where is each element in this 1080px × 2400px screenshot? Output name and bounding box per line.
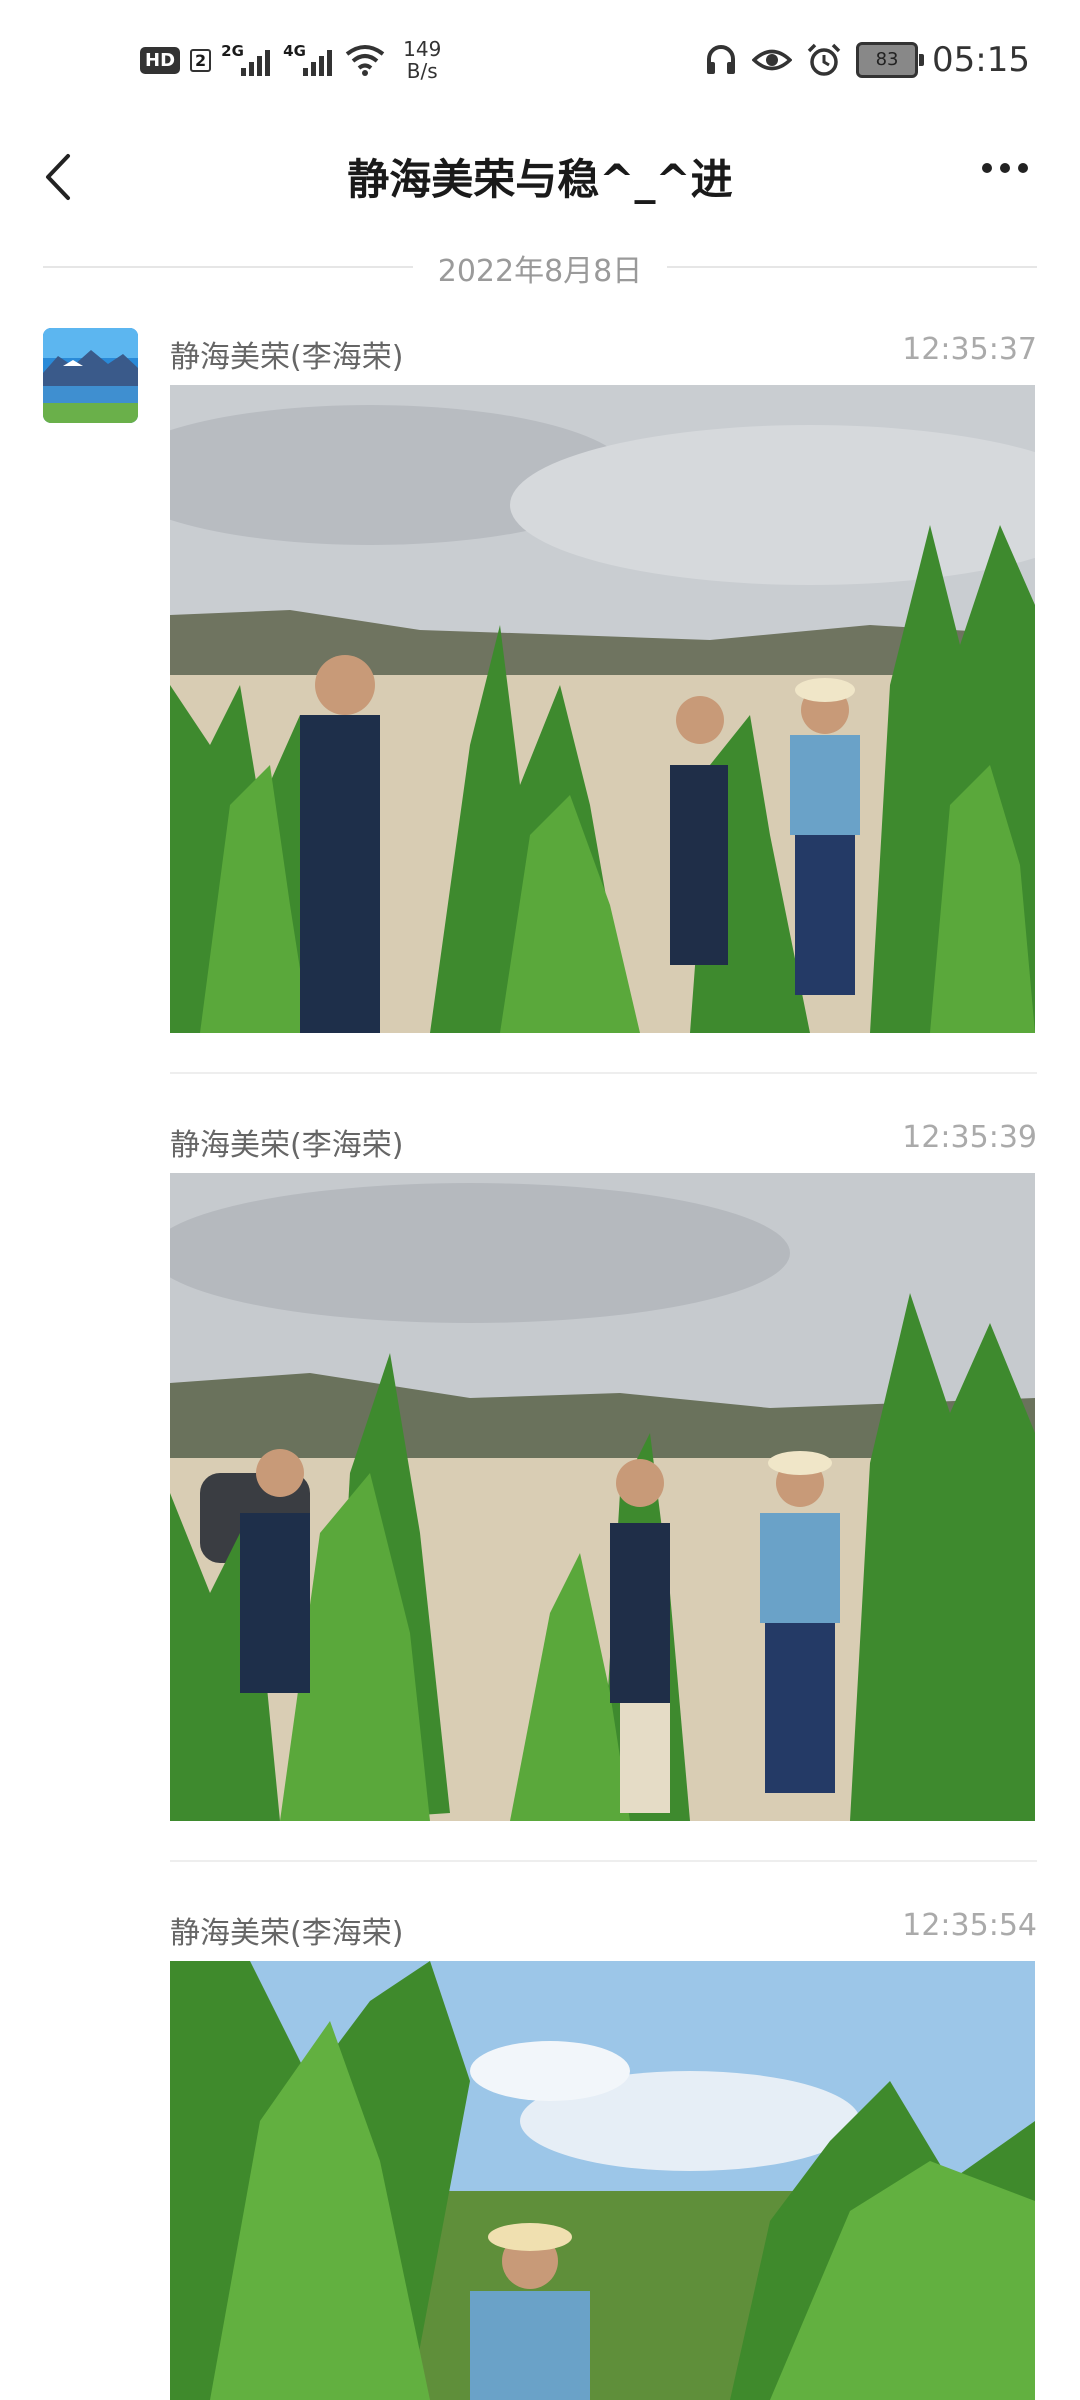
chat-title: 静海美荣与稳^_^进 <box>347 155 733 204</box>
network-2g-label: 2G <box>221 42 244 60</box>
message-sender: 静海美荣(李海荣) <box>170 340 404 375</box>
sender-avatar[interactable] <box>43 328 138 423</box>
message-separator <box>170 1072 1037 1074</box>
date-label: 2022年8月8日 <box>437 254 643 289</box>
signal-4g-icon: 4G <box>283 42 335 78</box>
more-options-icon[interactable] <box>982 163 1028 173</box>
status-time: 05:15 <box>932 40 1030 80</box>
message-time: 12:35:37 <box>902 332 1037 367</box>
message-separator <box>170 1860 1037 1862</box>
message-sender: 静海美荣(李海荣) <box>170 1916 404 1951</box>
alarm-icon <box>807 43 841 76</box>
eye-comfort-icon <box>752 49 793 71</box>
hd-badge: HD <box>140 46 181 74</box>
message-sender: 静海美荣(李海荣) <box>170 1128 404 1163</box>
status-left: HD 2 2G 4G 149 B/s <box>140 38 441 82</box>
network-speed: 149 B/s <box>403 38 441 82</box>
signal-2g-icon: 2G <box>221 42 273 78</box>
chat-header: 静海美荣与稳^_^进 <box>0 130 1080 220</box>
cornfield-photo[interactable] <box>170 1173 1035 1821</box>
speed-value: 149 <box>403 37 442 61</box>
status-bar: HD 2 2G 4G 149 B/s 83 05:15 <box>0 0 1080 130</box>
message-time: 12:35:54 <box>902 1908 1037 1943</box>
status-right: 83 05:15 <box>704 40 1030 80</box>
battery-icon: 83 <box>856 42 925 78</box>
speed-unit: B/s <box>406 59 438 83</box>
sim-number: 2 <box>190 48 212 72</box>
cornfield-photo[interactable] <box>170 385 1035 1033</box>
network-4g-label: 4G <box>283 42 306 60</box>
battery-level: 83 <box>875 49 899 70</box>
message-time: 12:35:39 <box>902 1120 1037 1155</box>
date-divider: 2022年8月8日 <box>43 246 1037 289</box>
cornfield-photo[interactable] <box>170 1961 1035 2400</box>
wifi-icon <box>345 45 385 76</box>
headphones-icon <box>707 45 736 74</box>
